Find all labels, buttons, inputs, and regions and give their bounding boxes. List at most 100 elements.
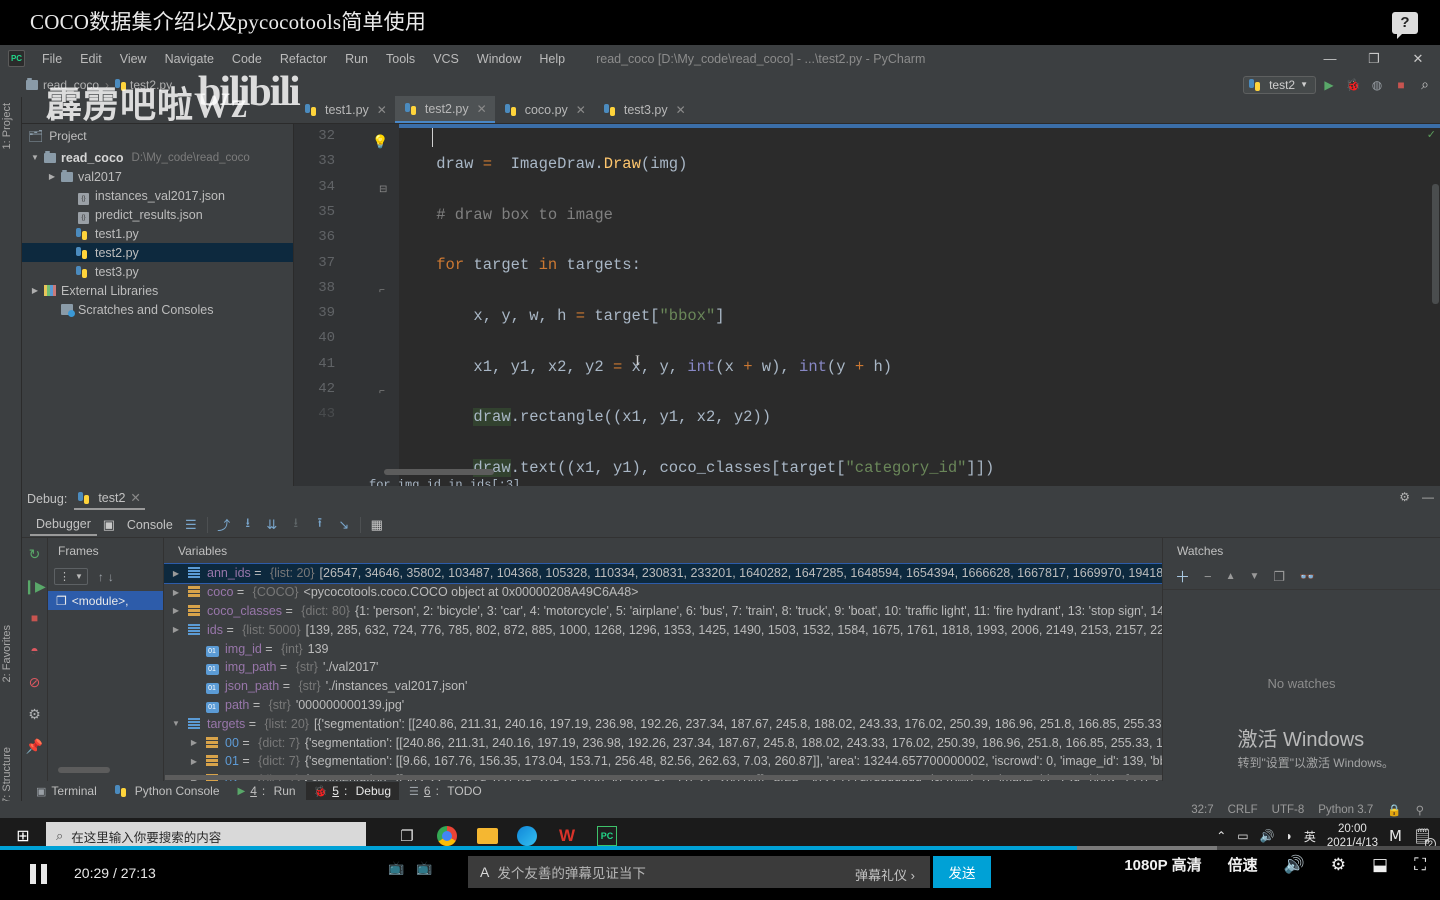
- variable-row[interactable]: 01 img_id = {int} 139: [164, 639, 1162, 658]
- tree-item-test3-py[interactable]: test3.py: [22, 262, 293, 281]
- menu-refactor[interactable]: Refactor: [271, 49, 336, 69]
- bottom-tab-run[interactable]: ▶ 4: Run: [230, 782, 304, 800]
- progress-bar-track[interactable]: [0, 846, 1440, 850]
- variable-row[interactable]: ▶ coco_classes = {dict: 80} {1: 'person', …: [164, 602, 1162, 621]
- frame-down-icon[interactable]: ↓: [108, 570, 114, 584]
- disclosure-triangle-icon[interactable]: ▶: [166, 569, 186, 578]
- step-into-icon[interactable]: ⭳: [236, 514, 260, 536]
- code-editor[interactable]: 32 33 34 35 36 37 38 39 40 41 42 43 💡 ⊟ ⌐ ⌐ draw = …: [294, 124, 1440, 486]
- sidebar-item-project[interactable]: 1: Project: [1, 103, 13, 149]
- volume-icon[interactable]: 🔊: [1260, 829, 1275, 843]
- editor-tab-coco[interactable]: coco.py ✕: [495, 96, 594, 123]
- run-configuration-selector[interactable]: test2 ▼: [1243, 75, 1316, 94]
- notifications-icon[interactable]: 🗒 2: [1413, 827, 1436, 850]
- speed-selector[interactable]: 倍速: [1228, 854, 1258, 875]
- danmu-on-icon[interactable]: 📺: [388, 860, 404, 876]
- variable-row[interactable]: 01 img_path = {str} './val2017': [164, 658, 1162, 677]
- disclosure-triangle-icon[interactable]: ▶: [28, 286, 42, 295]
- ime-indicator[interactable]: 英: [1304, 828, 1316, 845]
- help-icon[interactable]: ?: [1392, 12, 1418, 39]
- editor-gutter[interactable]: 32 33 34 35 36 37 38 39 40 41 42 43 💡 ⊟ ⌐ ⌐: [294, 124, 399, 486]
- close-icon[interactable]: ✕: [377, 103, 387, 117]
- interpreter-label[interactable]: Python 3.7: [1318, 804, 1373, 816]
- quality-selector[interactable]: 1080P 高清: [1124, 854, 1201, 875]
- disclosure-triangle-icon[interactable]: ▶: [166, 606, 186, 615]
- inspector-icon[interactable]: ⚲: [1416, 803, 1424, 817]
- menu-view[interactable]: View: [111, 49, 156, 69]
- coverage-icon[interactable]: ◍: [1366, 78, 1388, 92]
- thread-selector[interactable]: ⋮ ▼: [54, 568, 88, 585]
- force-step-into-icon[interactable]: ⇊: [260, 517, 284, 533]
- frame-up-icon[interactable]: ↑: [98, 570, 104, 584]
- menu-vcs[interactable]: VCS: [424, 49, 468, 69]
- copy-icon[interactable]: ❐: [1273, 569, 1285, 585]
- line-separator[interactable]: CRLF: [1228, 804, 1258, 816]
- add-watch-icon[interactable]: ＋: [1175, 566, 1190, 587]
- sidebar-item-favorites[interactable]: 2: Favorites: [1, 625, 13, 682]
- menu-file[interactable]: File: [33, 49, 71, 69]
- danmu-settings-icon[interactable]: 📺: [416, 860, 432, 876]
- tree-item-external-libraries[interactable]: ▶ External Libraries: [22, 281, 293, 300]
- tree-item-read-coco[interactable]: ▼ read_coco D:\My_code\read_coco: [22, 148, 293, 167]
- menu-tools[interactable]: Tools: [377, 49, 424, 69]
- widescreen-icon[interactable]: ⬓: [1372, 855, 1388, 875]
- close-button[interactable]: ✕: [1396, 51, 1440, 67]
- menu-code[interactable]: Code: [223, 49, 271, 69]
- step-over-icon[interactable]: ⤴: [212, 515, 236, 534]
- volume-icon[interactable]: 🔊: [1284, 855, 1305, 875]
- bottom-tab-todo[interactable]: ☰ 6: TODO: [401, 782, 490, 800]
- view-breakpoints-icon[interactable]: ◓: [22, 634, 47, 666]
- editor-tab-test1[interactable]: test1.py ✕: [295, 96, 395, 123]
- battery-icon[interactable]: ▭: [1237, 829, 1248, 843]
- code-fold-icon[interactable]: ⌐: [379, 387, 385, 398]
- tree-item-val2017[interactable]: ▶ val2017: [22, 167, 293, 186]
- bottom-tab-debug[interactable]: 🐞 5: Debug: [305, 782, 400, 800]
- tree-item-predict-results-json[interactable]: {} predict_results.json: [22, 205, 293, 224]
- menu-edit[interactable]: Edit: [71, 49, 111, 69]
- close-icon[interactable]: ✕: [130, 490, 140, 505]
- run-to-cursor-icon[interactable]: ↘: [332, 517, 356, 533]
- tree-item-test2-py[interactable]: test2.py: [22, 243, 293, 262]
- editor-tab-test3[interactable]: test3.py ✕: [594, 96, 694, 123]
- intention-bulb-icon[interactable]: 💡: [372, 134, 388, 149]
- menu-window[interactable]: Window: [468, 49, 530, 69]
- code-fold-icon[interactable]: ⊟: [379, 184, 387, 196]
- variable-row[interactable]: ▶ 01 = {dict: 7} {'segmentation': [[9.66, …: [164, 752, 1162, 771]
- tree-item-instances-val2017-json[interactable]: {} instances_val2017.json: [22, 186, 293, 205]
- frame-list-item[interactable]: ❐ <module>,: [48, 591, 163, 610]
- variable-row[interactable]: 01 json_path = {str} './instances_val2017.…: [164, 677, 1162, 696]
- variables-horizontal-scrollbar[interactable]: [165, 775, 1162, 780]
- code-text[interactable]: draw = ImageDraw.Draw(img) # draw box to…: [399, 124, 1440, 486]
- bottom-tab-terminal[interactable]: ▣ Terminal: [28, 782, 105, 800]
- settings-icon[interactable]: ⚙: [1331, 855, 1346, 875]
- start-button[interactable]: ⊞: [0, 826, 46, 846]
- caret-position[interactable]: 32:7: [1191, 804, 1213, 816]
- settings-icon[interactable]: ⚙: [22, 698, 47, 730]
- debug-session-tab[interactable]: test2 ✕: [74, 488, 145, 510]
- variable-row[interactable]: ▶ coco = {COCO} <pycocotools.coco.COCO obj…: [164, 583, 1162, 602]
- evaluate-expression-icon[interactable]: ▦: [365, 517, 389, 533]
- debug-icon[interactable]: 🐞: [1342, 78, 1364, 92]
- editor-tab-test2[interactable]: test2.py ✕: [394, 96, 495, 123]
- disclosure-triangle-icon[interactable]: ▼: [28, 153, 42, 162]
- resume-icon[interactable]: ❙▶: [22, 570, 47, 602]
- disclosure-triangle-icon[interactable]: ▶: [45, 172, 59, 181]
- menu-navigate[interactable]: Navigate: [156, 49, 223, 69]
- bottom-tab-python-console[interactable]: Python Console: [107, 782, 228, 800]
- minimize-icon[interactable]: —: [1422, 490, 1434, 504]
- disclosure-triangle-icon[interactable]: ▶: [166, 588, 186, 597]
- menu-help[interactable]: Help: [530, 49, 574, 69]
- menu-run[interactable]: Run: [336, 49, 377, 69]
- show-hidden-icons[interactable]: ⌃: [1216, 829, 1226, 843]
- variable-row[interactable]: ▼ targets = {list: 20} [{'segmentation': […: [164, 714, 1162, 733]
- disclosure-triangle-icon[interactable]: ▶: [166, 625, 186, 634]
- tab-console[interactable]: Console: [121, 515, 179, 535]
- breadcrumb-file[interactable]: test2.py: [130, 78, 172, 92]
- editor-scrollbar[interactable]: [1432, 184, 1439, 304]
- tree-item-test1-py[interactable]: test1.py: [22, 224, 293, 243]
- file-encoding[interactable]: UTF-8: [1272, 804, 1305, 816]
- tab-debugger[interactable]: Debugger: [30, 514, 97, 536]
- send-danmu-button[interactable]: 发送: [933, 856, 991, 888]
- rerun-icon[interactable]: ↻: [22, 538, 47, 570]
- gear-icon[interactable]: ⚙: [1399, 490, 1410, 504]
